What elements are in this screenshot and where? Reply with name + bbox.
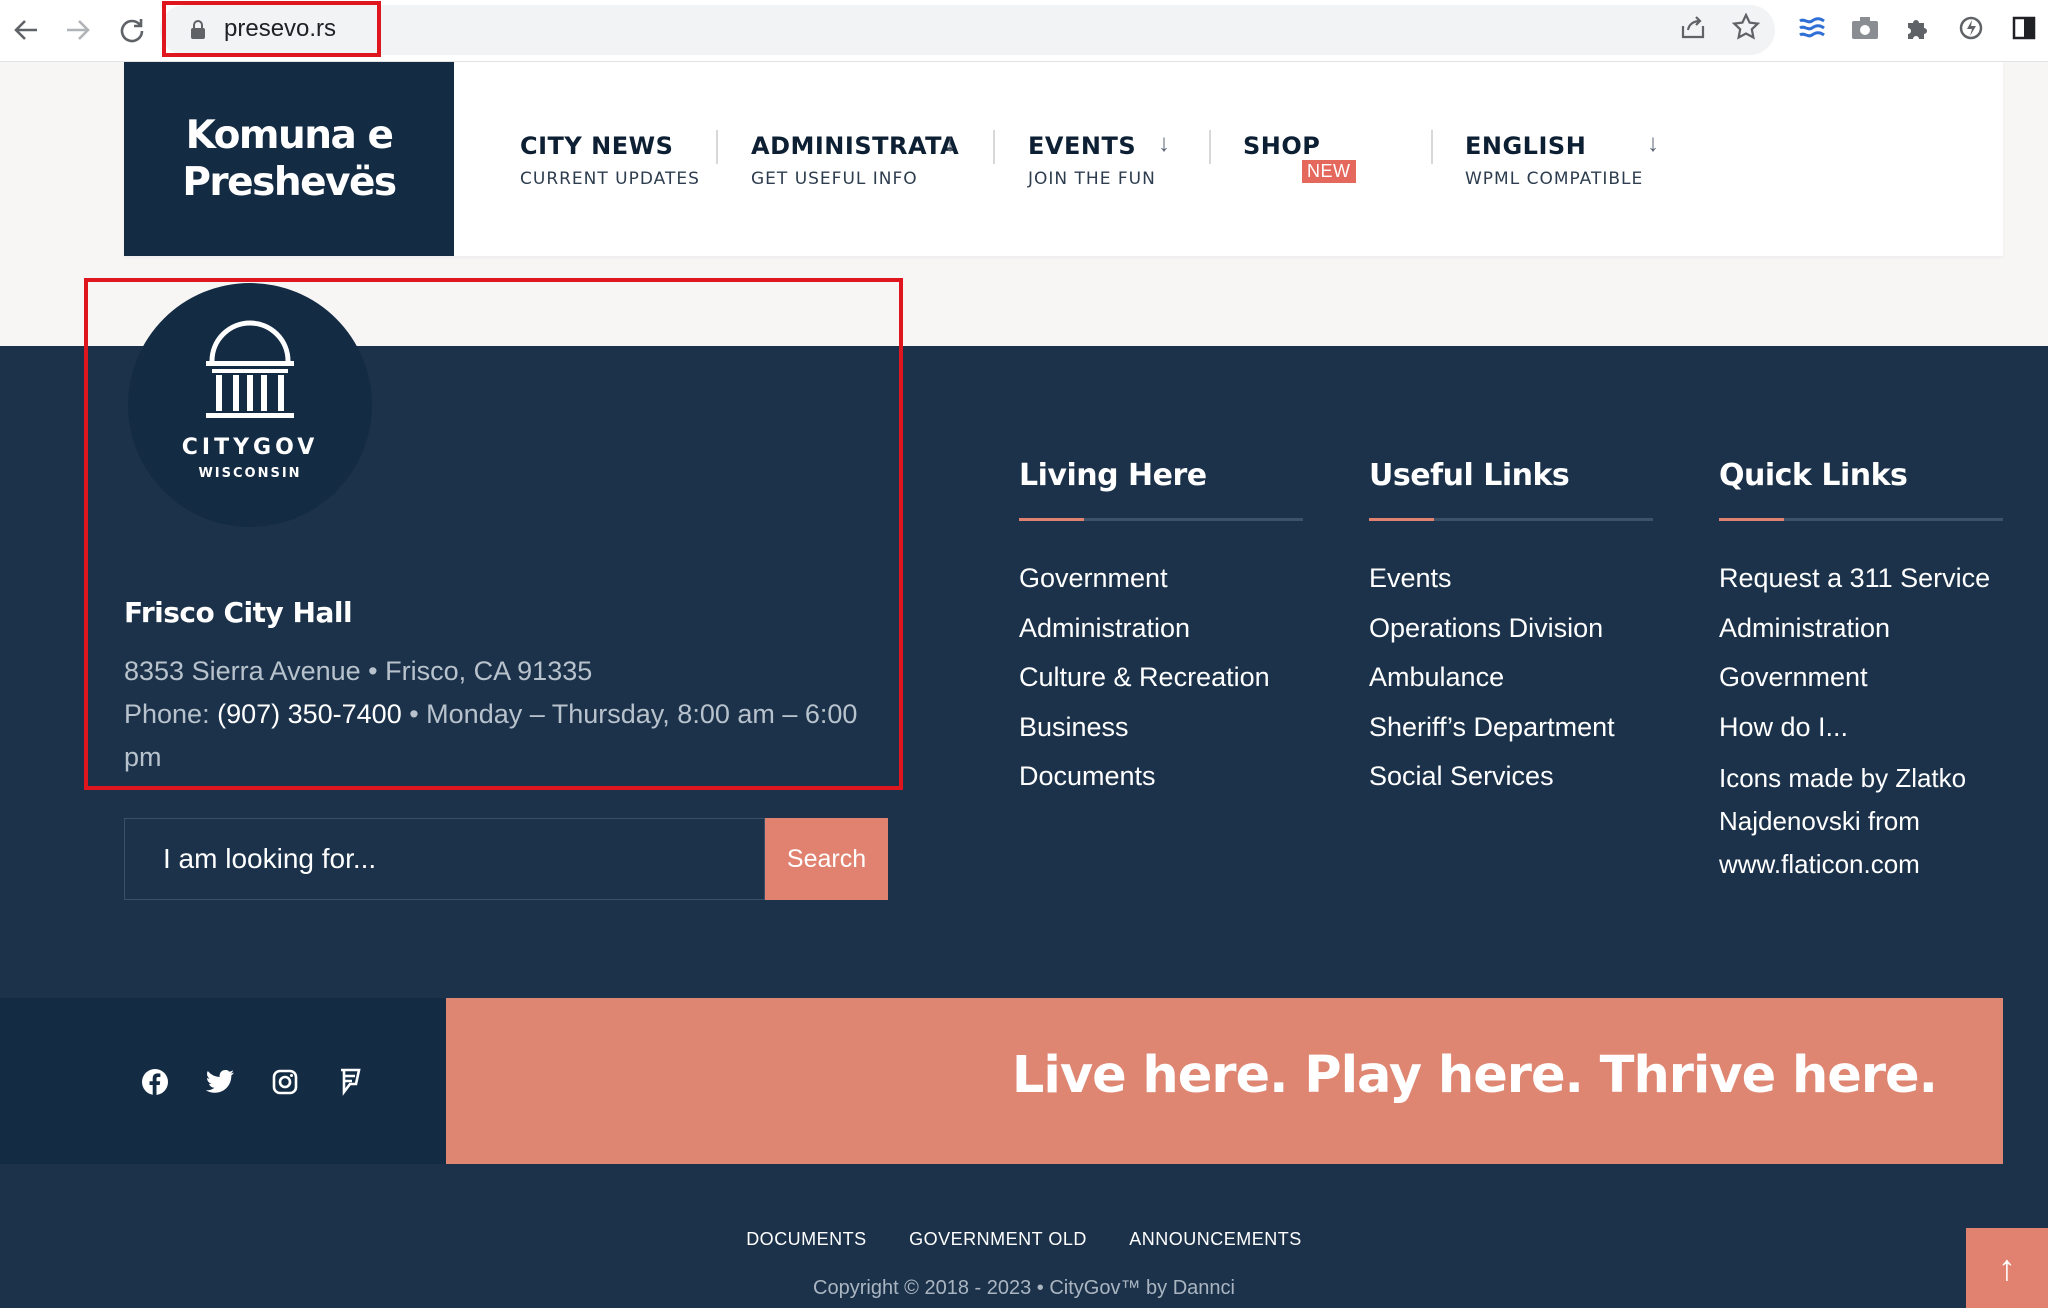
footer-link[interactable]: Request a 311 Service xyxy=(1719,563,2003,613)
logo-line-1: Komuna e xyxy=(185,113,394,158)
heading-underline xyxy=(1019,518,1303,521)
copyright: Copyright © 2018 - 2023 • CityGov™ by Da… xyxy=(813,1277,1235,1299)
foursquare-icon[interactable] xyxy=(335,1067,365,1097)
credits-mid: from xyxy=(1860,806,1920,836)
nav-administrata-subtitle: GET USEFUL INFO xyxy=(751,169,918,189)
nav-divider xyxy=(716,130,718,164)
footer-link[interactable]: Social Services xyxy=(1369,761,1653,811)
nav-events-title: EVENTS xyxy=(1028,132,1137,160)
site-logo[interactable]: Komuna e Preshevës xyxy=(124,62,454,256)
browser-toolbar: presevo.rs xyxy=(0,0,2048,62)
quick-links-column: Quick Links Request a 311 Service Admini… xyxy=(1719,458,2003,886)
nav-events-subtitle: JOIN THE FUN xyxy=(1028,169,1156,189)
logo-line-2: Preshevës xyxy=(182,160,397,205)
citygov-emblem[interactable]: CITYGOV WISCONSIN xyxy=(128,283,372,527)
nav-english-subtitle: WPML COMPATIBLE xyxy=(1465,169,1644,189)
scroll-to-top-button[interactable]: ↑ xyxy=(1966,1228,2048,1308)
footer-link[interactable]: Culture & Recreation xyxy=(1019,662,1303,712)
nav-divider xyxy=(993,130,995,164)
credits-prefix: Icons made by xyxy=(1719,763,1896,793)
layers-extension-icon[interactable] xyxy=(1796,12,1828,44)
emblem-state: WISCONSIN xyxy=(198,466,302,481)
heading-underline xyxy=(1719,518,2003,521)
living-here-heading: Living Here xyxy=(1019,458,1207,493)
nav-english[interactable]: ENGLISH WPML COMPATIBLE ↓ xyxy=(1465,130,1659,189)
city-hall-title: Frisco City Hall xyxy=(124,596,353,629)
nav-city-news-title: CITY NEWS xyxy=(520,132,674,160)
puzzle-extension-icon[interactable] xyxy=(1902,12,1934,44)
twitter-icon[interactable] xyxy=(205,1067,235,1097)
footer-link[interactable]: Administration xyxy=(1719,613,2003,663)
bottom-link-documents[interactable]: DOCUMENTS xyxy=(746,1229,867,1249)
credits-site-link[interactable]: www.flaticon.com xyxy=(1719,849,1920,879)
quick-links-heading: Quick Links xyxy=(1719,458,1908,493)
search-button[interactable]: Search xyxy=(765,818,888,900)
nav-events[interactable]: EVENTS JOIN THE FUN ↓ xyxy=(1028,130,1170,189)
emblem-name: CITYGOV xyxy=(181,435,319,460)
nav-divider xyxy=(1431,130,1433,164)
nav-shop-title: SHOP xyxy=(1243,132,1321,160)
bookmark-star-icon[interactable] xyxy=(1731,12,1761,42)
sidebar-icon[interactable] xyxy=(2008,12,2040,44)
speed-extension-icon[interactable] xyxy=(1955,12,1987,44)
search-input[interactable] xyxy=(124,818,765,900)
useful-links-column: Useful Links Events Operations Division … xyxy=(1369,458,1653,811)
forward-arrow-icon[interactable] xyxy=(58,10,98,50)
url-text: presevo.rs xyxy=(224,15,337,42)
icon-credits: Icons made by Zlatko Najdenovski from ww… xyxy=(1719,757,2003,886)
footer-link[interactable]: Operations Division xyxy=(1369,613,1653,663)
nav-administrata-title: ADMINISTRATA xyxy=(751,132,960,160)
instagram-icon[interactable] xyxy=(270,1067,300,1097)
nav-divider xyxy=(1209,130,1211,164)
footer-link[interactable]: Events xyxy=(1369,563,1653,613)
footer-search: Search xyxy=(124,818,888,900)
bottom-link-announcements[interactable]: ANNOUNCEMENTS xyxy=(1129,1229,1302,1249)
dropdown-arrow-icon: ↓ xyxy=(1647,130,1659,157)
footer-link[interactable]: Business xyxy=(1019,712,1303,762)
nav-city-news[interactable]: CITY NEWS CURRENT UPDATES xyxy=(520,132,700,189)
heading-underline xyxy=(1369,518,1653,521)
bottom-link-government-old[interactable]: GOVERNMENT OLD xyxy=(909,1229,1087,1249)
footer-link[interactable]: Sheriff’s Department xyxy=(1369,712,1653,762)
nav-english-title: ENGLISH xyxy=(1465,132,1587,160)
tagline: Live here. Play here. Thrive here. xyxy=(1011,1046,1938,1105)
lock-icon xyxy=(191,20,205,39)
nav-administrata[interactable]: ADMINISTRATA GET USEFUL INFO ↓ xyxy=(751,130,960,189)
phone-number-link[interactable]: (907) 350-7400 xyxy=(217,699,402,729)
facebook-icon[interactable] xyxy=(140,1067,170,1097)
footer-link[interactable]: Government xyxy=(1719,662,2003,712)
city-hall-address: 8353 Sierra Avenue • Frisco, CA 91335 xyxy=(124,656,593,686)
back-arrow-icon[interactable] xyxy=(6,10,46,50)
nav-shop[interactable]: SHOP xyxy=(1243,132,1320,160)
footer-link[interactable]: How do I... xyxy=(1719,712,2003,762)
dropdown-arrow-icon: ↓ xyxy=(1158,130,1170,157)
bottom-nav: DOCUMENTS GOVERNMENT OLD ANNOUNCEMENTS xyxy=(0,1229,2048,1250)
living-here-column: Living Here Government Administration Cu… xyxy=(1019,458,1303,811)
address-bar[interactable]: presevo.rs xyxy=(160,5,1775,55)
city-hall-info: 8353 Sierra Avenue • Frisco, CA 91335 Ph… xyxy=(124,650,884,779)
nav-city-news-subtitle: CURRENT UPDATES xyxy=(520,169,700,189)
footer-link[interactable]: Administration xyxy=(1019,613,1303,663)
footer-link[interactable]: Documents xyxy=(1019,761,1303,811)
useful-links-heading: Useful Links xyxy=(1369,458,1570,493)
city-hall-icon xyxy=(206,320,294,418)
reload-icon[interactable] xyxy=(112,10,152,50)
phone-label: Phone: xyxy=(124,699,218,729)
footer-link[interactable]: Ambulance xyxy=(1369,662,1653,712)
tagline-band: Live here. Play here. Thrive here. xyxy=(446,998,2003,1164)
camera-extension-icon[interactable] xyxy=(1849,12,1881,44)
footer-link[interactable]: Government xyxy=(1019,563,1303,613)
dropdown-arrow-icon: ↓ xyxy=(944,130,956,157)
new-badge: NEW xyxy=(1302,160,1356,183)
share-icon[interactable] xyxy=(1678,12,1708,42)
